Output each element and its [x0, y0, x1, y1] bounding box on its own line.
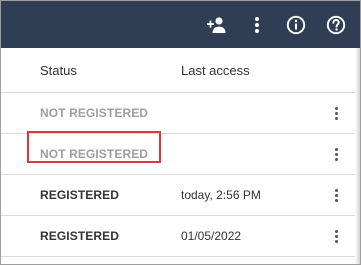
column-header-status[interactable]: Status [40, 63, 77, 78]
last-access-cell: today, 2:56 PM [181, 188, 261, 202]
info-icon[interactable] [284, 13, 308, 37]
more-vert-icon[interactable] [245, 13, 269, 37]
table-row[interactable]: NOT REGISTERED [1, 93, 355, 134]
column-header-last-access[interactable]: Last access [181, 63, 250, 78]
status-cell: REGISTERED [40, 229, 120, 243]
row-menu-icon[interactable] [330, 144, 342, 164]
row-menu-icon[interactable] [330, 185, 342, 205]
row-menu-icon[interactable] [330, 226, 342, 246]
status-cell: REGISTERED [40, 188, 120, 202]
add-user-icon[interactable] [205, 13, 229, 37]
help-icon[interactable] [324, 13, 348, 37]
top-app-bar [1, 1, 360, 48]
row-menu-icon[interactable] [330, 103, 342, 123]
status-cell: NOT REGISTERED [40, 106, 149, 120]
table-row[interactable]: REGISTERED today, 2:56 PM [1, 175, 355, 216]
app-frame: Status Last access NOT REGISTERED NOT RE… [0, 0, 361, 265]
table-header: Status Last access [1, 48, 355, 93]
highlight-box [27, 131, 161, 163]
table-row[interactable]: REGISTERED 01/05/2022 [1, 216, 355, 257]
panel-edge-shadow [355, 48, 360, 264]
last-access-cell: 01/05/2022 [181, 229, 242, 243]
